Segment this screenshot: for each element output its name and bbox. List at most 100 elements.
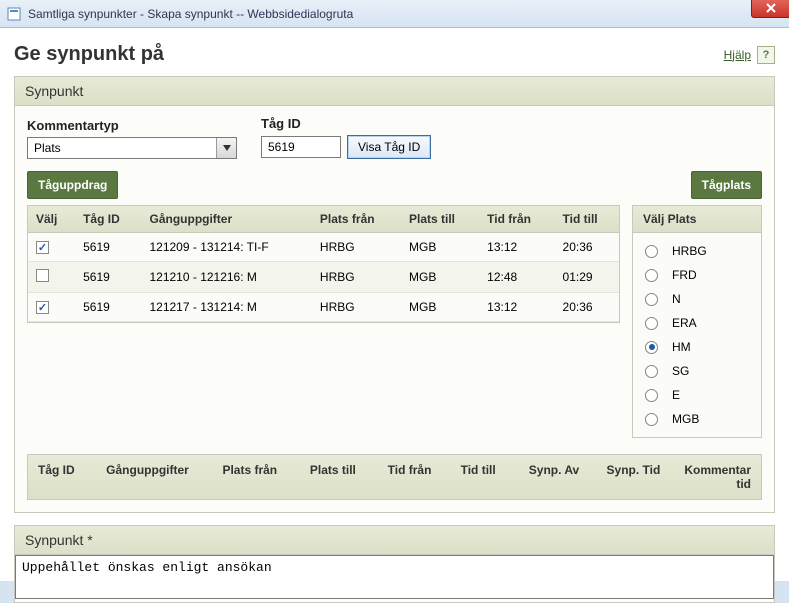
cell-tidtill: 20:36 bbox=[555, 293, 619, 322]
chevron-down-icon bbox=[216, 138, 236, 158]
cell-platstill: MGB bbox=[401, 262, 479, 293]
lh-tagid: Tåg ID bbox=[38, 463, 86, 491]
titlebar: Samtliga synpunkter - Skapa synpunkt -- … bbox=[0, 0, 789, 28]
cell-tidfran: 13:12 bbox=[479, 233, 554, 262]
cell-tidfran: 13:12 bbox=[479, 293, 554, 322]
radio-row[interactable]: FRD bbox=[641, 263, 753, 287]
radio-icon bbox=[645, 293, 658, 306]
cell-platsfran: HRBG bbox=[312, 293, 401, 322]
lh-synptid: Synp. Tid bbox=[607, 463, 665, 491]
cell-tagid: 5619 bbox=[75, 262, 141, 293]
cell-tidtill: 20:36 bbox=[555, 233, 619, 262]
kommentartyp-value: Plats bbox=[28, 138, 216, 158]
lh-synpav: Synp. Av bbox=[529, 463, 587, 491]
tab-buttons-row: Tåguppdrag Tågplats bbox=[27, 171, 762, 199]
close-button[interactable] bbox=[751, 0, 789, 18]
th-tidtill: Tid till bbox=[555, 206, 619, 233]
radio-icon bbox=[645, 365, 658, 378]
side-body: HRBG FRD N ERA HM SG E MGB bbox=[633, 233, 761, 437]
close-icon bbox=[765, 3, 777, 13]
page-title: Ge synpunkt på bbox=[14, 43, 164, 66]
th-tidfran: Tid från bbox=[479, 206, 554, 233]
radio-label: E bbox=[672, 388, 680, 402]
radio-icon bbox=[645, 269, 658, 282]
page-icon bbox=[6, 6, 22, 22]
tagid-field: Tåg ID Visa Tåg ID bbox=[261, 116, 431, 159]
kommentartyp-field: Kommentartyp Plats bbox=[27, 118, 237, 159]
th-platsfran: Plats från bbox=[312, 206, 401, 233]
synpunkt-textarea[interactable] bbox=[15, 555, 774, 599]
visa-tagid-button[interactable]: Visa Tåg ID bbox=[347, 135, 431, 159]
row-checkbox[interactable] bbox=[36, 241, 49, 254]
row-checkbox[interactable] bbox=[36, 301, 49, 314]
side-title: Välj Plats bbox=[633, 206, 761, 233]
radio-row[interactable]: ERA bbox=[641, 311, 753, 335]
th-valj: Välj bbox=[28, 206, 75, 233]
synpunkt-text-title: Synpunkt * bbox=[15, 526, 774, 555]
radio-row[interactable]: N bbox=[641, 287, 753, 311]
help-button[interactable]: ? bbox=[757, 46, 775, 64]
cell-gang: 121209 - 131214: TI-F bbox=[141, 233, 311, 262]
radio-label: MGB bbox=[672, 412, 699, 426]
synpunkt-panel-title: Synpunkt bbox=[15, 77, 774, 106]
radio-icon bbox=[645, 341, 658, 354]
radio-label: HM bbox=[672, 340, 691, 354]
lh-platsfran: Plats från bbox=[222, 463, 289, 491]
cell-tidfran: 12:48 bbox=[479, 262, 554, 293]
cell-platstill: MGB bbox=[401, 233, 479, 262]
kommentartyp-label: Kommentartyp bbox=[27, 118, 237, 133]
synpunkt-text-panel: Synpunkt * bbox=[14, 525, 775, 603]
lh-kommentartid: Kommentar tid bbox=[684, 463, 751, 491]
radio-label: ERA bbox=[672, 316, 697, 330]
lower-header-bar: Tåg ID Gånguppgifter Plats från Plats ti… bbox=[27, 454, 762, 500]
th-platstill: Plats till bbox=[401, 206, 479, 233]
radio-label: SG bbox=[672, 364, 689, 378]
help-group: Hjälp ? bbox=[724, 46, 775, 64]
synpunkt-text-body bbox=[15, 555, 774, 602]
radio-label: HRBG bbox=[672, 244, 707, 258]
tagplats-button[interactable]: Tågplats bbox=[691, 171, 762, 199]
cell-tidtill: 01:29 bbox=[555, 262, 619, 293]
cell-tagid: 5619 bbox=[75, 293, 141, 322]
th-tagid: Tåg ID bbox=[75, 206, 141, 233]
table-row[interactable]: 5619121210 - 121216: MHRBGMGB12:4801:29 bbox=[28, 262, 619, 293]
lh-tidtill: Tid till bbox=[461, 463, 509, 491]
table-row[interactable]: 5619121217 - 131214: MHRBGMGB13:1220:36 bbox=[28, 293, 619, 322]
radio-row[interactable]: SG bbox=[641, 359, 753, 383]
radio-row[interactable]: HRBG bbox=[641, 239, 753, 263]
window-title: Samtliga synpunkter - Skapa synpunkt -- … bbox=[28, 7, 353, 21]
lh-platstill: Plats till bbox=[310, 463, 368, 491]
radio-label: N bbox=[672, 292, 681, 306]
radio-row[interactable]: E bbox=[641, 383, 753, 407]
help-link[interactable]: Hjälp bbox=[724, 48, 751, 62]
th-gang: Gånguppgifter bbox=[141, 206, 311, 233]
taguppdrag-table: Välj Tåg ID Gånguppgifter Plats från Pla… bbox=[28, 206, 619, 322]
synpunkt-panel: Synpunkt Kommentartyp Plats Tåg ID bbox=[14, 76, 775, 513]
lh-gang: Gånguppgifter bbox=[106, 463, 202, 491]
synpunkt-panel-body: Kommentartyp Plats Tåg ID Visa Tåg ID bbox=[15, 106, 774, 512]
radio-row[interactable]: MGB bbox=[641, 407, 753, 431]
form-row: Kommentartyp Plats Tåg ID Visa Tåg ID bbox=[27, 116, 762, 159]
radio-label: FRD bbox=[672, 268, 697, 282]
page-head: Ge synpunkt på Hjälp ? bbox=[14, 39, 775, 76]
radio-icon bbox=[645, 245, 658, 258]
page: Ge synpunkt på Hjälp ? Synpunkt Kommenta… bbox=[0, 28, 789, 581]
cell-platstill: MGB bbox=[401, 293, 479, 322]
taguppdrag-table-wrap: Välj Tåg ID Gånguppgifter Plats från Pla… bbox=[27, 205, 620, 323]
tagid-input[interactable] bbox=[261, 136, 341, 158]
tagid-label: Tåg ID bbox=[261, 116, 431, 131]
cell-platsfran: HRBG bbox=[312, 233, 401, 262]
radio-icon bbox=[645, 389, 658, 402]
radio-row[interactable]: HM bbox=[641, 335, 753, 359]
cell-tagid: 5619 bbox=[75, 233, 141, 262]
table-row[interactable]: 5619121209 - 131214: TI-FHRBGMGB13:1220:… bbox=[28, 233, 619, 262]
tagplats-side-panel: Välj Plats HRBG FRD N ERA HM SG E MGB bbox=[632, 205, 762, 438]
layout-row: Välj Tåg ID Gånguppgifter Plats från Pla… bbox=[27, 205, 762, 438]
cell-platsfran: HRBG bbox=[312, 262, 401, 293]
radio-icon bbox=[645, 317, 658, 330]
radio-icon bbox=[645, 413, 658, 426]
kommentartyp-select[interactable]: Plats bbox=[27, 137, 237, 159]
cell-gang: 121210 - 121216: M bbox=[141, 262, 311, 293]
row-checkbox[interactable] bbox=[36, 269, 49, 282]
taguppdrag-button[interactable]: Tåguppdrag bbox=[27, 171, 118, 199]
